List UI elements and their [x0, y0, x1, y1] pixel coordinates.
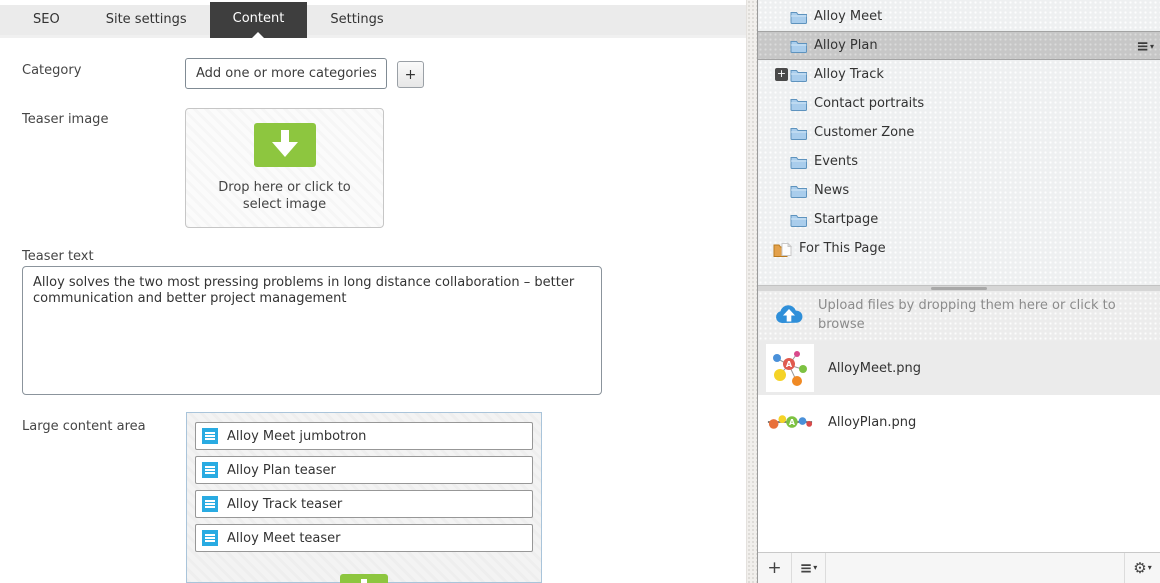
folder-icon	[790, 97, 808, 111]
file-item[interactable]: A AlloyMeet.png	[758, 341, 1160, 395]
drop-arrow-icon	[254, 123, 316, 171]
content-area-drop-icon	[195, 574, 533, 583]
folder-icon	[790, 68, 808, 82]
assets-pane: Alloy Meet Alloy Plan ≡▾ + Alloy Track	[757, 0, 1160, 583]
content-block-label: Alloy Track teaser	[227, 497, 342, 512]
dropzone-text: Drop here or click to select image	[210, 180, 360, 213]
for-this-page-icon	[773, 242, 793, 256]
content-block-label: Alloy Meet jumbotron	[227, 429, 366, 444]
tree-item-folder[interactable]: Customer Zone	[758, 118, 1160, 147]
tree-item-folder[interactable]: + Alloy Track	[758, 60, 1160, 89]
tree-item-folder[interactable]: Events	[758, 147, 1160, 176]
expand-icon[interactable]: +	[775, 68, 788, 81]
menu-icon: ≡	[800, 559, 813, 577]
tab-seo[interactable]: SEO	[10, 5, 83, 35]
folder-tree: Alloy Meet Alloy Plan ≡▾ + Alloy Track	[758, 2, 1160, 263]
file-list: A AlloyMeet.png A Al	[758, 341, 1160, 552]
block-icon	[202, 496, 218, 512]
content-editor-panel: SEO Site settings Content Settings Categ…	[0, 0, 746, 583]
tree-item-label: Alloy Meet	[814, 9, 882, 24]
upload-text: Upload files by dropping them here or cl…	[818, 297, 1128, 335]
upload-cloud-icon	[774, 303, 804, 329]
upload-dropzone[interactable]: Upload files by dropping them here or cl…	[758, 291, 1160, 341]
svg-text:A: A	[789, 418, 795, 427]
tree-item-label: Alloy Track	[814, 67, 884, 82]
teaser-image-dropzone[interactable]: Drop here or click to select image	[185, 108, 384, 228]
tab-settings[interactable]: Settings	[307, 5, 406, 35]
file-thumbnail: A	[766, 398, 814, 446]
gear-icon: ⚙	[1133, 559, 1146, 577]
content-block-label: Alloy Meet teaser	[227, 531, 341, 546]
content-block[interactable]: Alloy Meet teaser	[195, 524, 533, 552]
chevron-down-icon: ▾	[1148, 564, 1152, 572]
folder-icon	[790, 155, 808, 169]
tree-item-folder[interactable]: News	[758, 176, 1160, 205]
tree-item-folder[interactable]: Alloy Meet	[758, 2, 1160, 31]
file-name: AlloyMeet.png	[828, 361, 921, 376]
block-icon	[202, 462, 218, 478]
add-category-button[interactable]: +	[397, 61, 424, 88]
context-menu-icon[interactable]: ≡▾	[1136, 32, 1154, 61]
tree-item-for-this-page[interactable]: For This Page	[758, 234, 1160, 263]
block-icon	[202, 530, 218, 546]
tree-item-label: Customer Zone	[814, 125, 914, 140]
tab-bar: SEO Site settings Content Settings	[0, 0, 746, 40]
tree-item-label: Events	[814, 154, 858, 169]
list-options-button[interactable]: ≡ ▾	[792, 553, 826, 583]
app-window: SEO Site settings Content Settings Categ…	[0, 0, 1160, 583]
chevron-down-icon: ▾	[813, 564, 817, 572]
content-block[interactable]: Alloy Plan teaser	[195, 456, 533, 484]
teaser-text-label: Teaser text	[22, 249, 94, 264]
folder-icon	[790, 126, 808, 140]
tab-content[interactable]: Content	[210, 2, 308, 38]
assets-toolbar: + ≡ ▾ ⚙ ▾	[758, 552, 1160, 583]
tree-item-label: Alloy Plan	[814, 38, 878, 53]
main-scrollbar[interactable]	[746, 0, 757, 583]
folder-icon	[790, 39, 808, 53]
content-block[interactable]: Alloy Meet jumbotron	[195, 422, 533, 450]
teaser-text-input[interactable]: Alloy solves the two most pressing probl…	[22, 266, 602, 395]
file-item[interactable]: A AlloyPlan.png	[758, 395, 1160, 449]
tree-item-label: News	[814, 183, 849, 198]
tree-item-label: For This Page	[799, 241, 886, 256]
file-thumbnail: A	[766, 344, 814, 392]
settings-gear-button[interactable]: ⚙ ▾	[1124, 553, 1160, 583]
content-block-label: Alloy Plan teaser	[227, 463, 336, 478]
splitter-grip	[931, 287, 987, 290]
file-name: AlloyPlan.png	[828, 415, 916, 430]
tree-item-label: Contact portraits	[814, 96, 924, 111]
folder-icon	[790, 213, 808, 227]
content-area-label: Large content area	[22, 419, 146, 434]
tree-item-label: Startpage	[814, 212, 878, 227]
large-content-area[interactable]: Alloy Meet jumbotron Alloy Plan teaser A…	[186, 412, 542, 583]
tree-item-folder[interactable]: Contact portraits	[758, 89, 1160, 118]
folder-icon	[790, 10, 808, 24]
category-label: Category	[22, 63, 81, 78]
tab-site-settings[interactable]: Site settings	[83, 5, 210, 35]
tree-item-folder[interactable]: Startpage	[758, 205, 1160, 234]
block-icon	[202, 428, 218, 444]
svg-text:A: A	[786, 360, 793, 369]
category-input[interactable]	[185, 58, 387, 89]
content-block[interactable]: Alloy Track teaser	[195, 490, 533, 518]
folder-icon	[790, 184, 808, 198]
tree-item-folder-selected[interactable]: Alloy Plan ≡▾	[758, 31, 1160, 60]
teaser-image-label: Teaser image	[22, 112, 108, 127]
add-content-button[interactable]: +	[758, 553, 792, 583]
